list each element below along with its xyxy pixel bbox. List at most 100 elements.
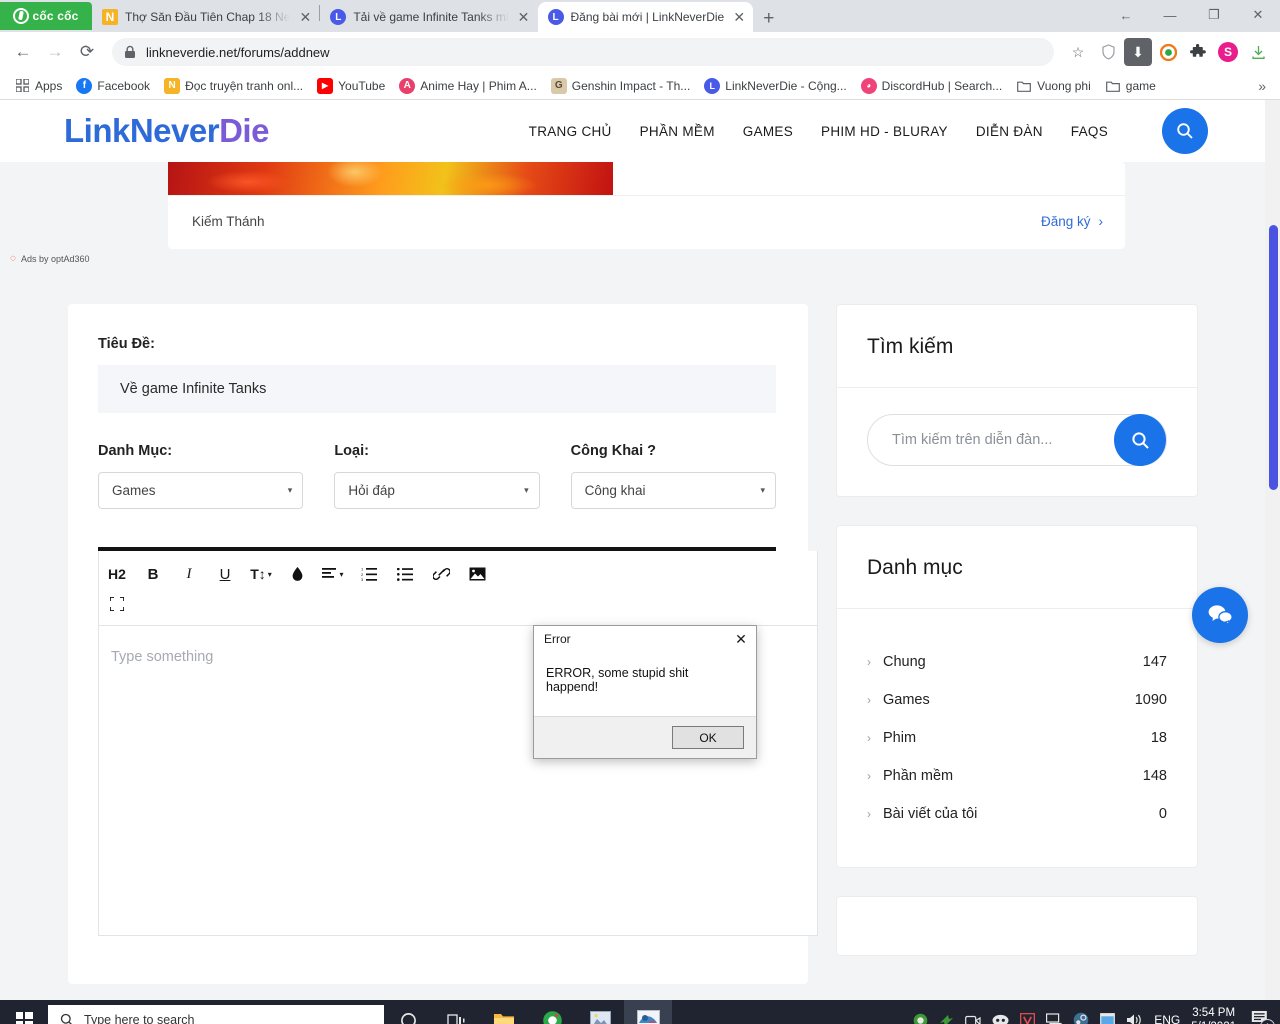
- bookmark-youtube[interactable]: ▶ YouTube: [311, 75, 391, 97]
- category-item-chung[interactable]: › Chung 147: [867, 643, 1167, 681]
- v-icon[interactable]: [1020, 1012, 1036, 1024]
- category-item-phim[interactable]: › Phim 18: [867, 719, 1167, 757]
- volume-icon[interactable]: [1126, 1013, 1143, 1024]
- forum-search-placeholder: Tìm kiếm trên diễn đàn...: [892, 432, 1053, 448]
- coccoc-icon: [542, 1010, 562, 1024]
- nav-item-faqs[interactable]: FAQS: [1071, 124, 1108, 139]
- download-icon[interactable]: ⬇: [1124, 38, 1152, 66]
- bookmark-star-icon[interactable]: ☆: [1064, 38, 1092, 66]
- start-button[interactable]: [0, 1000, 48, 1024]
- taskbar-language[interactable]: ENG: [1154, 1013, 1180, 1024]
- nav-item-games[interactable]: GAMES: [743, 124, 793, 139]
- nav-item-phan-mem[interactable]: PHẦN MỀM: [640, 124, 715, 139]
- taskbar-clock[interactable]: 3:54 PM 5/1/2021: [1191, 1006, 1236, 1024]
- task-view-icon[interactable]: [432, 1000, 480, 1024]
- chat-fab-button[interactable]: [1192, 587, 1248, 643]
- category-item-bai-viet-cua-toi[interactable]: › Bài viết của tôi 0: [867, 795, 1167, 833]
- bookmark-genshin[interactable]: G Genshin Impact - Th...: [545, 75, 697, 97]
- camera-icon[interactable]: [965, 1014, 981, 1024]
- category-item-games[interactable]: › Games 1090: [867, 681, 1167, 719]
- nav-item-trang-chu[interactable]: TRANG CHỦ: [529, 124, 612, 139]
- category-select[interactable]: Games ▾: [98, 472, 304, 509]
- bookmark-folder-game[interactable]: game: [1099, 75, 1162, 97]
- public-select[interactable]: Công khai ▾: [570, 472, 776, 509]
- extensions-icon[interactable]: [1184, 38, 1212, 66]
- svg-text:3: 3: [361, 577, 364, 581]
- fullscreen-icon[interactable]: [99, 589, 135, 619]
- reload-icon[interactable]: ⟳: [72, 37, 102, 67]
- web-page: LinkNeverDie TRANG CHỦ PHẦN MỀM GAMES PH…: [0, 100, 1280, 1024]
- type-select-value: Hỏi đáp: [348, 483, 395, 498]
- connect-icon[interactable]: [939, 1013, 954, 1024]
- window-back-icon[interactable]: ←: [1104, 0, 1148, 30]
- profile-avatar[interactable]: S: [1214, 38, 1242, 66]
- forum-search-button[interactable]: [1114, 414, 1166, 466]
- ordered-list-icon[interactable]: 123: [351, 559, 387, 589]
- downloads-tray-icon[interactable]: [1244, 38, 1272, 66]
- page-scrollbar-thumb[interactable]: [1269, 225, 1278, 490]
- link-icon[interactable]: [423, 559, 459, 589]
- apps-grid-icon: [14, 78, 30, 94]
- categories-card-title: Danh mục: [837, 526, 1197, 609]
- text-color-icon[interactable]: [279, 559, 315, 589]
- window-close-icon[interactable]: ✕: [1236, 0, 1280, 30]
- bookmark-animehay[interactable]: A Anime Hay | Phim A...: [393, 75, 543, 97]
- steam-icon[interactable]: [1073, 1012, 1089, 1024]
- ad-card[interactable]: Kiếm Thánh Đăng ký ›: [168, 162, 1125, 249]
- site-logo[interactable]: LinkNeverDie: [64, 112, 269, 150]
- bookmark-folder-vuongphi[interactable]: Vuong phi: [1010, 75, 1097, 97]
- align-icon[interactable]: ▾: [315, 559, 351, 589]
- bookmark-apps[interactable]: Apps: [8, 75, 68, 97]
- bookmark-linkneverdie[interactable]: L LinkNeverDie - Cộng...: [698, 75, 852, 97]
- taskbar-app-coccoc[interactable]: [528, 1000, 576, 1024]
- taskbar-app-photos[interactable]: [576, 1000, 624, 1024]
- taskbar-app-file-explorer[interactable]: [480, 1000, 528, 1024]
- ok-button[interactable]: OK: [672, 726, 744, 749]
- taskbar-search-input[interactable]: Type here to search: [48, 1005, 384, 1024]
- close-icon[interactable]: ✕: [732, 631, 750, 648]
- bookmark-nettruyen[interactable]: N Đọc truyện tranh onl...: [158, 75, 309, 97]
- italic-icon[interactable]: I: [171, 559, 207, 589]
- close-tab-1-icon[interactable]: ✕: [297, 10, 313, 24]
- taskbar-app-linkneverdie[interactable]: [624, 1000, 672, 1024]
- ad-cta-link[interactable]: Đăng ký ›: [1041, 214, 1103, 229]
- cortana-icon[interactable]: [384, 1000, 432, 1024]
- page-scrollbar-track[interactable]: [1265, 100, 1280, 1024]
- header-search-button[interactable]: [1162, 108, 1208, 154]
- nav-item-dien-dan[interactable]: DIỄN ĐÀN: [976, 124, 1043, 139]
- close-tab-2-icon[interactable]: ✕: [516, 10, 532, 24]
- bookmark-facebook[interactable]: f Facebook: [70, 75, 156, 97]
- browser-tab-2[interactable]: L Tải về game Infinite Tanks mi ✕: [320, 2, 537, 32]
- discord-icon[interactable]: [992, 1014, 1009, 1024]
- font-size-icon[interactable]: T↕ ▾: [243, 559, 279, 589]
- bold-icon[interactable]: B: [135, 559, 171, 589]
- heading-h2-icon[interactable]: H2: [99, 559, 135, 589]
- bookmark-discordhub[interactable]: ◕ DiscordHub | Search...: [855, 75, 1009, 97]
- unordered-list-icon[interactable]: [387, 559, 423, 589]
- forum-search-input[interactable]: Tìm kiếm trên diễn đàn...: [867, 414, 1167, 466]
- forward-icon[interactable]: →: [40, 37, 70, 67]
- bookmarks-overflow-icon[interactable]: »: [1252, 78, 1272, 94]
- window-icon[interactable]: [1100, 1013, 1116, 1024]
- type-select[interactable]: Hỏi đáp ▾: [334, 472, 540, 509]
- title-input[interactable]: Về game Infinite Tanks: [98, 365, 776, 413]
- image-icon[interactable]: [459, 559, 495, 589]
- folder-icon: [1105, 78, 1121, 94]
- underline-icon[interactable]: U: [207, 559, 243, 589]
- notification-center-button[interactable]: 1: [1247, 1010, 1275, 1024]
- browser-tab-3[interactable]: L Đăng bài mới | LinkNeverDie ✕: [537, 2, 754, 32]
- network-icon[interactable]: [1046, 1013, 1062, 1024]
- coccoc-icon[interactable]: [1154, 38, 1182, 66]
- nvidia-icon[interactable]: [913, 1013, 928, 1024]
- window-maximize-icon[interactable]: ❐: [1192, 0, 1236, 30]
- category-item-phan-mem[interactable]: › Phần mềm 148: [867, 757, 1167, 795]
- address-bar[interactable]: linkneverdie.net/forums/addnew: [112, 38, 1054, 66]
- nav-item-phim-hd-bluray[interactable]: PHIM HD - BLURAY: [821, 124, 948, 139]
- back-icon[interactable]: ←: [8, 37, 38, 67]
- shield-icon[interactable]: [1094, 38, 1122, 66]
- new-tab-button[interactable]: +: [753, 9, 784, 32]
- browser-tab-1[interactable]: N Thợ Săn Đầu Tiên Chap 18 Ne ✕: [92, 2, 319, 32]
- close-tab-3-icon[interactable]: ✕: [731, 10, 747, 24]
- ads-provider: ◌ Ads by optAd360: [0, 249, 1280, 264]
- window-minimize-icon[interactable]: —: [1148, 0, 1192, 30]
